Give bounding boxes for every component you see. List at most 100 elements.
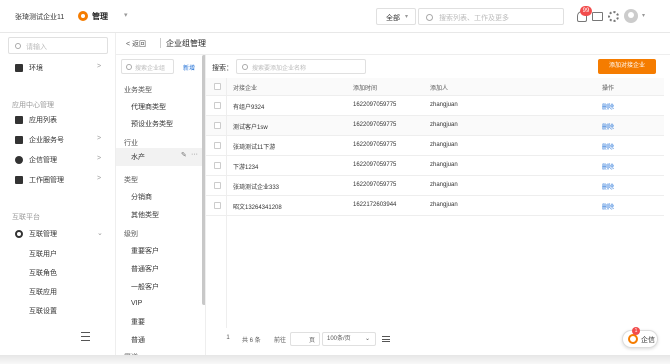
group-item-selected[interactable]: 水产 ✎ ··· bbox=[116, 148, 202, 166]
page-unit: 页 bbox=[309, 338, 316, 344]
delete-link[interactable]: 删除 bbox=[602, 142, 614, 151]
group-item[interactable]: 其他类型 bbox=[131, 210, 159, 220]
add-company-button[interactable]: 添加对接企业 bbox=[598, 59, 656, 74]
edit-icon[interactable]: ✎ bbox=[181, 151, 187, 159]
row-checkbox[interactable] bbox=[214, 142, 221, 149]
company-search-placeholder: 搜索要添加企业名称 bbox=[252, 66, 307, 72]
filter-label: 搜索： bbox=[212, 65, 233, 72]
delete-link[interactable]: 删除 bbox=[602, 122, 614, 131]
column-header: 添加人 bbox=[430, 86, 449, 92]
group-title[interactable]: 业务类型 bbox=[124, 85, 152, 95]
org-name[interactable]: 张琦测试企业11 bbox=[15, 12, 64, 22]
table-row: 测试客户1sw 1622097059775 zhangjuan 删除 bbox=[206, 116, 664, 136]
delete-link[interactable]: 删除 bbox=[602, 202, 614, 211]
table-row: 有组户9324 1622097059775 zhangjuan 删除 bbox=[206, 96, 664, 116]
group-title[interactable]: 级别 bbox=[124, 229, 138, 239]
chevron-right-icon: > bbox=[97, 63, 102, 70]
edit-box-icon bbox=[15, 176, 23, 184]
sidebar-item-enterprise-msg[interactable]: 企信管理 > bbox=[0, 151, 116, 169]
message-icon[interactable] bbox=[592, 12, 603, 21]
sidebar-search-input[interactable]: 请输入 bbox=[8, 37, 108, 54]
current-page[interactable]: 1 bbox=[222, 332, 234, 346]
search-scope-value: 全部 bbox=[386, 15, 400, 22]
avatar[interactable] bbox=[624, 9, 638, 23]
chevron-down-icon: ▾ bbox=[405, 14, 409, 20]
delete-link[interactable]: 删除 bbox=[602, 182, 614, 191]
sidebar-subitem-users[interactable]: 互联用户 bbox=[29, 249, 57, 259]
cell-company: 测试客户1sw bbox=[233, 125, 268, 131]
sidebar-item-environment[interactable]: 环境 > bbox=[0, 59, 116, 77]
sidebar-subitem-settings[interactable]: 互联设置 bbox=[29, 306, 57, 316]
module-logo-icon bbox=[78, 11, 88, 21]
sidebar-item-label: 互联管理 bbox=[29, 231, 57, 238]
search-icon bbox=[242, 64, 248, 70]
row-checkbox[interactable] bbox=[214, 102, 221, 109]
pagination: 1 共 6 条 前往 页 100条/页 ⌄ bbox=[206, 330, 606, 350]
table-header: 对接企业 添加时间 添加人 操作 bbox=[206, 78, 664, 96]
row-checkbox[interactable] bbox=[214, 202, 221, 209]
new-group-button[interactable]: 新增 bbox=[183, 63, 195, 72]
cell-company: 昭文13264341208 bbox=[233, 205, 282, 211]
chevron-right-icon: > bbox=[97, 175, 102, 182]
group-title[interactable]: 类型 bbox=[124, 175, 138, 185]
group-item[interactable]: 重要客户 bbox=[131, 246, 159, 256]
sidebar-item-label: 企业服务号 bbox=[29, 137, 64, 144]
cell-time: 1622097059775 bbox=[353, 182, 397, 188]
chevron-down-icon: ⌄ bbox=[97, 230, 103, 237]
chevron-right-icon: > bbox=[97, 135, 102, 142]
sidebar-subitem-roles[interactable]: 互联角色 bbox=[29, 268, 57, 278]
help-badge: 1 bbox=[632, 327, 640, 335]
goto-page-input[interactable] bbox=[290, 332, 320, 346]
breadcrumb-divider bbox=[160, 38, 161, 48]
group-item[interactable]: 代理商类型 bbox=[131, 102, 166, 112]
sidebar-item-interconnect-manage[interactable]: 互联管理 ⌄ bbox=[0, 225, 116, 243]
search-scope-select[interactable]: 全部 ▾ bbox=[376, 8, 416, 25]
grid-icon bbox=[15, 136, 23, 144]
sidebar-item-label: 环境 bbox=[29, 65, 43, 72]
collapse-sidebar-icon[interactable] bbox=[81, 332, 90, 341]
page-size-select[interactable]: 100条/页 ⌄ bbox=[322, 332, 376, 346]
sidebar-section-interconnect: 互联平台 bbox=[12, 214, 40, 221]
group-item-label: 水产 bbox=[131, 154, 145, 161]
cell-time: 1622097059775 bbox=[353, 142, 397, 148]
sidebar-subitem-apps[interactable]: 互联应用 bbox=[29, 287, 57, 297]
chevron-down-icon[interactable]: ▾ bbox=[124, 11, 128, 19]
goto-label: 前往 bbox=[274, 338, 287, 344]
cell-company: 下游1234 bbox=[233, 165, 259, 171]
sidebar-item-service-account[interactable]: 企业服务号 > bbox=[0, 131, 116, 149]
sidebar-item-workcircle[interactable]: 工作圈管理 > bbox=[0, 171, 116, 189]
group-item[interactable]: 普通客户 bbox=[131, 264, 159, 274]
more-icon[interactable]: ··· bbox=[191, 151, 198, 158]
cell-user: zhangjuan bbox=[430, 162, 458, 168]
select-all-checkbox[interactable] bbox=[214, 83, 221, 90]
group-category-panel: 搜索企业组 新增 业务类型 代理商类型 预设业务类型 行业 水产 ✎ ··· 类… bbox=[116, 55, 206, 355]
chevron-down-icon[interactable]: ▾ bbox=[642, 12, 645, 19]
company-search-input[interactable]: 搜索要添加企业名称 bbox=[236, 59, 366, 74]
search-icon bbox=[126, 64, 132, 70]
sidebar-item-app-list[interactable]: 应用列表 bbox=[0, 111, 116, 129]
cell-user: zhangjuan bbox=[430, 142, 458, 148]
window-bottom-edge bbox=[0, 355, 670, 364]
total-count: 共 6 条 bbox=[242, 338, 261, 344]
group-title[interactable]: 行业 bbox=[124, 138, 138, 148]
delete-link[interactable]: 删除 bbox=[602, 102, 614, 111]
group-item[interactable]: 分销商 bbox=[131, 192, 152, 202]
back-link[interactable]: < 返回 bbox=[126, 39, 146, 49]
gear-icon[interactable] bbox=[608, 11, 619, 22]
group-item[interactable]: 预设业务类型 bbox=[131, 119, 173, 129]
group-search-input[interactable]: 搜索企业组 bbox=[121, 59, 174, 74]
group-item[interactable]: 一般客户 bbox=[131, 282, 159, 292]
global-search-input[interactable]: 搜索列表、工作及更多 bbox=[418, 8, 564, 25]
module-switcher[interactable]: 管理 bbox=[92, 11, 108, 22]
table-row: 张琦测试企业333 1622097059775 zhangjuan 删除 bbox=[206, 176, 664, 196]
chat-help-button[interactable]: 1 企信 bbox=[622, 327, 658, 348]
chat-icon bbox=[15, 156, 23, 164]
row-checkbox[interactable] bbox=[214, 182, 221, 189]
group-item[interactable]: 普通 bbox=[131, 335, 145, 345]
menu-icon[interactable] bbox=[382, 336, 390, 342]
row-checkbox[interactable] bbox=[214, 162, 221, 169]
group-item[interactable]: 重要 bbox=[131, 317, 145, 327]
delete-link[interactable]: 删除 bbox=[602, 162, 614, 171]
row-checkbox[interactable] bbox=[214, 122, 221, 129]
group-item[interactable]: VIP bbox=[131, 300, 142, 307]
